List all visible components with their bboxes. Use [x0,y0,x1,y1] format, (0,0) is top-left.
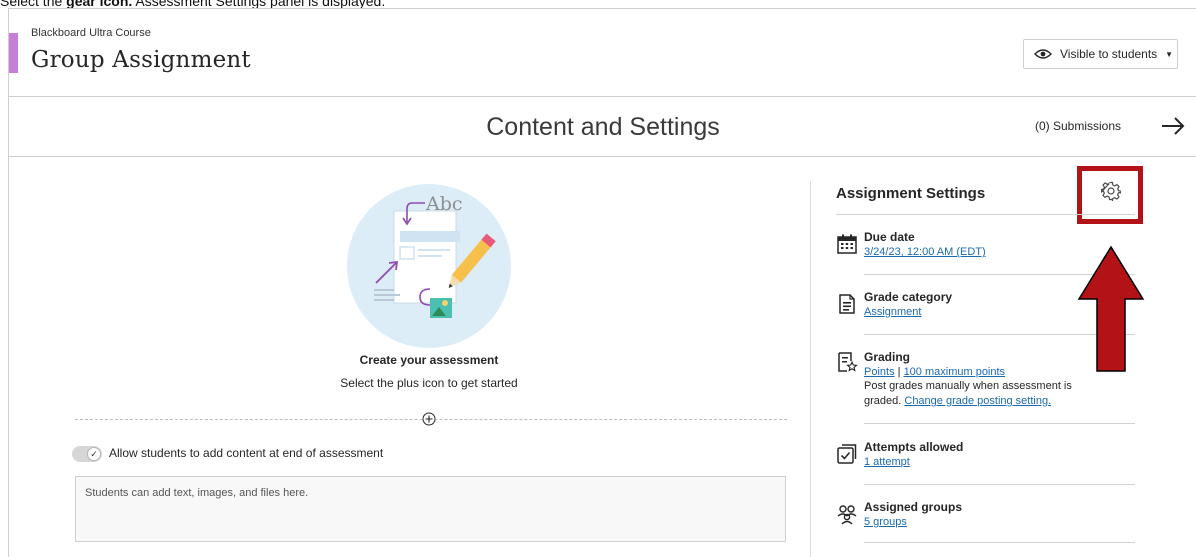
grading-separator: | [897,366,901,378]
course-name: Blackboard Ultra Course [31,27,151,39]
create-assessment-title: Create your assessment [359,353,499,367]
due-date-label: Due date [864,230,915,244]
grading-note-line2: graded. Change grade posting setting. [864,395,1051,407]
settings-panel-title: Assignment Settings [836,185,986,202]
max-points-link[interactable]: 100 maximum points [904,366,1006,378]
page-title: Group Assignment [31,47,251,73]
plus-circle-icon[interactable] [422,412,436,426]
header-divider [9,96,1196,97]
panel-divider [810,181,811,557]
checkbox-icon [837,444,857,464]
settings-rule [864,484,1135,485]
grading-icon [838,352,858,372]
illustration-abc-text: Abc [425,193,463,215]
submissions-link[interactable]: (0) Submissions [1035,119,1121,133]
group-icon [837,505,857,525]
grading-type-link[interactable]: Points [864,366,895,378]
grading-note-prefix: graded. [864,395,902,407]
arrow-right-icon[interactable] [1159,112,1187,140]
visibility-dropdown[interactable]: Visible to students ▼ [1023,39,1178,69]
assessment-page: Blackboard Ultra Course Group Assignment… [8,8,1196,557]
document-icon [839,294,855,314]
gear-icon[interactable] [1101,181,1121,201]
course-color-bar [9,33,18,73]
allow-content-label: Allow students to add content at end of … [109,446,384,460]
change-grade-posting-link[interactable]: Change grade posting setting. [904,395,1051,407]
create-assessment-illustration: Abc [347,184,511,348]
attempts-link[interactable]: 1 attempt [864,456,910,468]
create-assessment-subtitle: Select the plus icon to get started [340,376,518,390]
settings-title-rule [836,214,1135,215]
grading-label: Grading [864,350,911,364]
groups-link[interactable]: 5 groups [864,516,907,528]
chevron-down-icon: ▼ [1165,49,1174,59]
calendar-icon [837,234,857,254]
callout-arrow-icon [1077,245,1145,372]
allow-content-toggle[interactable]: ✓ [72,446,102,462]
grade-category-label: Grade category [864,290,953,304]
settings-rule [864,542,1135,543]
checkmark-icon: ✓ [87,447,101,461]
grade-category-link[interactable]: Assignment [864,306,921,318]
settings-rule [864,423,1135,424]
eye-icon [1034,49,1052,59]
attempts-label: Attempts allowed [864,440,964,454]
grading-points-row: Points | 100 maximum points [864,366,1005,378]
section-divider [9,156,1196,157]
grading-note-line1: Post grades manually when assessment is [864,380,1072,392]
student-content-textbox[interactable]: Students can add text, images, and files… [75,476,786,542]
section-title: Content and Settings [486,113,720,141]
due-date-link[interactable]: 3/24/23, 12:00 AM (EDT) [864,246,986,258]
visibility-label: Visible to students [1060,47,1158,61]
groups-label: Assigned groups [864,500,963,514]
